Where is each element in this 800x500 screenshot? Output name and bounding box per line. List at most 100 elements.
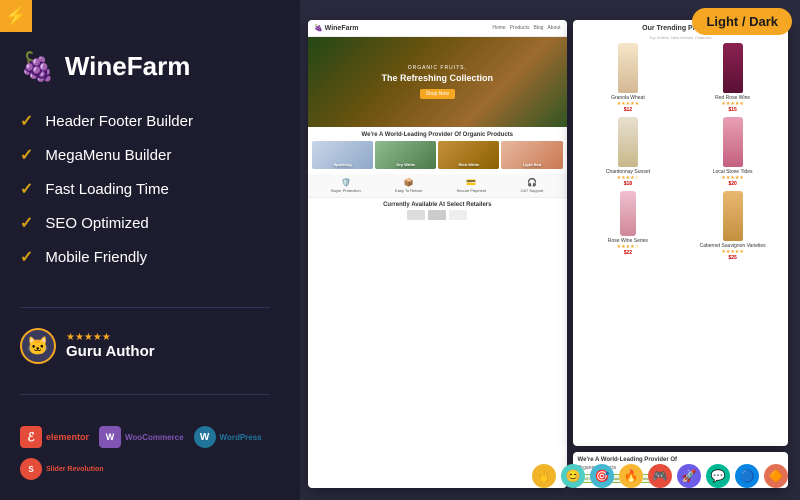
check-icon-1: ✓ <box>20 111 33 131</box>
preview-nav: Home Products Blog About <box>492 25 560 31</box>
social-icon-9[interactable]: 🔶 <box>764 464 788 488</box>
prod-item-2: Red Rose Wine ★★★★★ $15 <box>682 43 783 113</box>
cat-rich: Rich White <box>438 141 499 169</box>
feature-item-3: ✓ Fast Loading Time <box>20 179 270 199</box>
cat-label-3: Rich White <box>438 162 499 167</box>
pf-buyer: 🛡️ Buyer Protection <box>331 178 361 193</box>
prod-nav-1: Top Sellers <box>649 35 669 40</box>
light-dark-badge[interactable]: Light / Dark <box>692 8 792 35</box>
prod-price-1: $12 <box>624 107 632 113</box>
cat-label-4: Light Red <box>501 162 562 167</box>
social-icon-7[interactable]: 💬 <box>706 464 730 488</box>
guru-label: Guru Author <box>66 343 155 360</box>
preview-products: Our Trending Products Top Sellers New Ar… <box>573 20 788 446</box>
check-icon-2: ✓ <box>20 145 33 165</box>
bottle-5 <box>620 191 636 236</box>
avail-logo-3 <box>449 210 467 220</box>
check-icon-3: ✓ <box>20 179 33 199</box>
wordpress-icon: W <box>194 426 216 448</box>
prod-nav-3: Featured <box>695 35 711 40</box>
preview-hero: Organic Fruits, The Refreshing Collectio… <box>308 37 567 127</box>
bottle-4 <box>723 117 743 167</box>
prod-item-5: Rose Wine Series ★★★★☆ $22 <box>578 191 679 261</box>
elementor-label: elementor <box>46 432 89 442</box>
elementor-icon: ℰ <box>20 426 42 448</box>
hero-button[interactable]: Shop Now <box>420 89 455 99</box>
organic-title: We're A World-Leading Provider Of <box>578 457 783 463</box>
left-panel: 🍇 WineFarm ✓ Header Footer Builder ✓ Meg… <box>0 0 300 500</box>
feature-text-1: Header Footer Builder <box>45 113 193 130</box>
prod-item-4: Local Stone Tides ★★★★★ $20 <box>682 117 783 187</box>
social-row: 🤚 😊 🎯 🔥 🎮 🚀 💬 🔵 🔶 <box>532 464 788 488</box>
lightning-badge: ⚡ <box>0 0 32 32</box>
woocommerce-icon: W <box>99 426 121 448</box>
feature-item-4: ✓ SEO Optimized <box>20 213 270 233</box>
woocommerce-logo: W WooCommerce <box>99 426 184 448</box>
social-icon-8[interactable]: 🔵 <box>735 464 759 488</box>
hero-subtitle: Organic Fruits, <box>408 65 467 71</box>
woocommerce-label: WooCommerce <box>125 433 184 442</box>
brand-icon: 🍇 <box>20 50 55 83</box>
brand: 🍇 WineFarm <box>20 50 270 83</box>
bottle-2 <box>723 43 743 93</box>
lightning-icon: ⚡ <box>5 6 27 27</box>
return-text: Easy To Return <box>395 188 422 193</box>
prod-price-5: $22 <box>624 250 632 256</box>
brand-name: WineFarm <box>65 51 190 82</box>
guru-stars: ★★★★★ <box>66 332 155 343</box>
nav-item-4: About <box>547 25 560 31</box>
pf-return: 📦 Easy To Return <box>395 178 422 193</box>
categories-title: We're A World-Leading Provider Of Organi… <box>312 132 563 138</box>
slider-icon: S <box>20 458 42 480</box>
social-icon-2[interactable]: 😊 <box>561 464 585 488</box>
preview-categories: We're A World-Leading Provider Of Organi… <box>308 127 567 174</box>
cat-light: Light Red <box>501 141 562 169</box>
cat-dry: Dry White <box>375 141 436 169</box>
product-nav: Top Sellers New Arrivals Featured <box>578 35 783 40</box>
feature-item-2: ✓ MegaMenu Builder <box>20 145 270 165</box>
social-icon-1[interactable]: 🤚 <box>532 464 556 488</box>
feature-text-2: MegaMenu Builder <box>45 147 171 164</box>
nav-item-1: Home <box>492 25 505 31</box>
social-icon-5[interactable]: 🎮 <box>648 464 672 488</box>
divider <box>20 307 270 308</box>
feature-text-5: Mobile Friendly <box>45 249 147 266</box>
prod-price-2: $15 <box>728 107 736 113</box>
preview-available: Currently Available At Select Retailers <box>308 197 567 224</box>
preview-secondary: Our Trending Products Top Sellers New Ar… <box>573 20 788 488</box>
preview-header: 🍇 WineFarm Home Products Blog About <box>308 20 567 37</box>
prod-nav-2: New Arrivals <box>671 35 693 40</box>
preview-main: 🍇 WineFarm Home Products Blog About Orga… <box>308 20 567 488</box>
prod-item-3: Chardonnay Sunset ★★★★☆ $18 <box>578 117 679 187</box>
secure-icon: 💳 <box>466 178 476 187</box>
divider-2 <box>20 394 270 395</box>
secure-text: Secure Payment <box>457 188 487 193</box>
social-icon-3[interactable]: 🎯 <box>590 464 614 488</box>
bottle-3 <box>618 117 638 167</box>
check-icon-5: ✓ <box>20 247 33 267</box>
avail-logo-1 <box>407 210 425 220</box>
return-icon: 📦 <box>404 178 414 187</box>
support-text: 24/7 Support <box>520 188 543 193</box>
feature-item-1: ✓ Header Footer Builder <box>20 111 270 131</box>
feature-text-3: Fast Loading Time <box>45 181 168 198</box>
pf-secure: 💳 Secure Payment <box>457 178 487 193</box>
nav-item-2: Products <box>510 25 530 31</box>
preview-features-row: 🛡️ Buyer Protection 📦 Easy To Return 💳 S… <box>308 174 567 197</box>
cat-label-2: Dry White <box>375 162 436 167</box>
avail-logo-2 <box>428 210 446 220</box>
prod-price-6: $25 <box>728 255 736 261</box>
slider-logo: S Slider Revolution <box>20 458 104 480</box>
social-icon-4[interactable]: 🔥 <box>619 464 643 488</box>
buyer-text: Buyer Protection <box>331 188 361 193</box>
bottle-6 <box>723 191 743 241</box>
categories-grid: Sparkling Dry White Rich White Light Red <box>312 141 563 169</box>
cat-label-1: Sparkling <box>312 162 373 167</box>
social-icon-6[interactable]: 🚀 <box>677 464 701 488</box>
guru-icon: 🐱 <box>20 328 56 364</box>
prod-item-1: Granola Wheat ★★★★★ $12 <box>578 43 679 113</box>
wordpress-logo: W WordPress <box>194 426 262 448</box>
slider-label: Slider Revolution <box>46 466 104 473</box>
prod-item-6: Cabernet Sauvignon Varieties ★★★★★ $25 <box>682 191 783 261</box>
light-dark-label: Light / Dark <box>706 14 778 29</box>
